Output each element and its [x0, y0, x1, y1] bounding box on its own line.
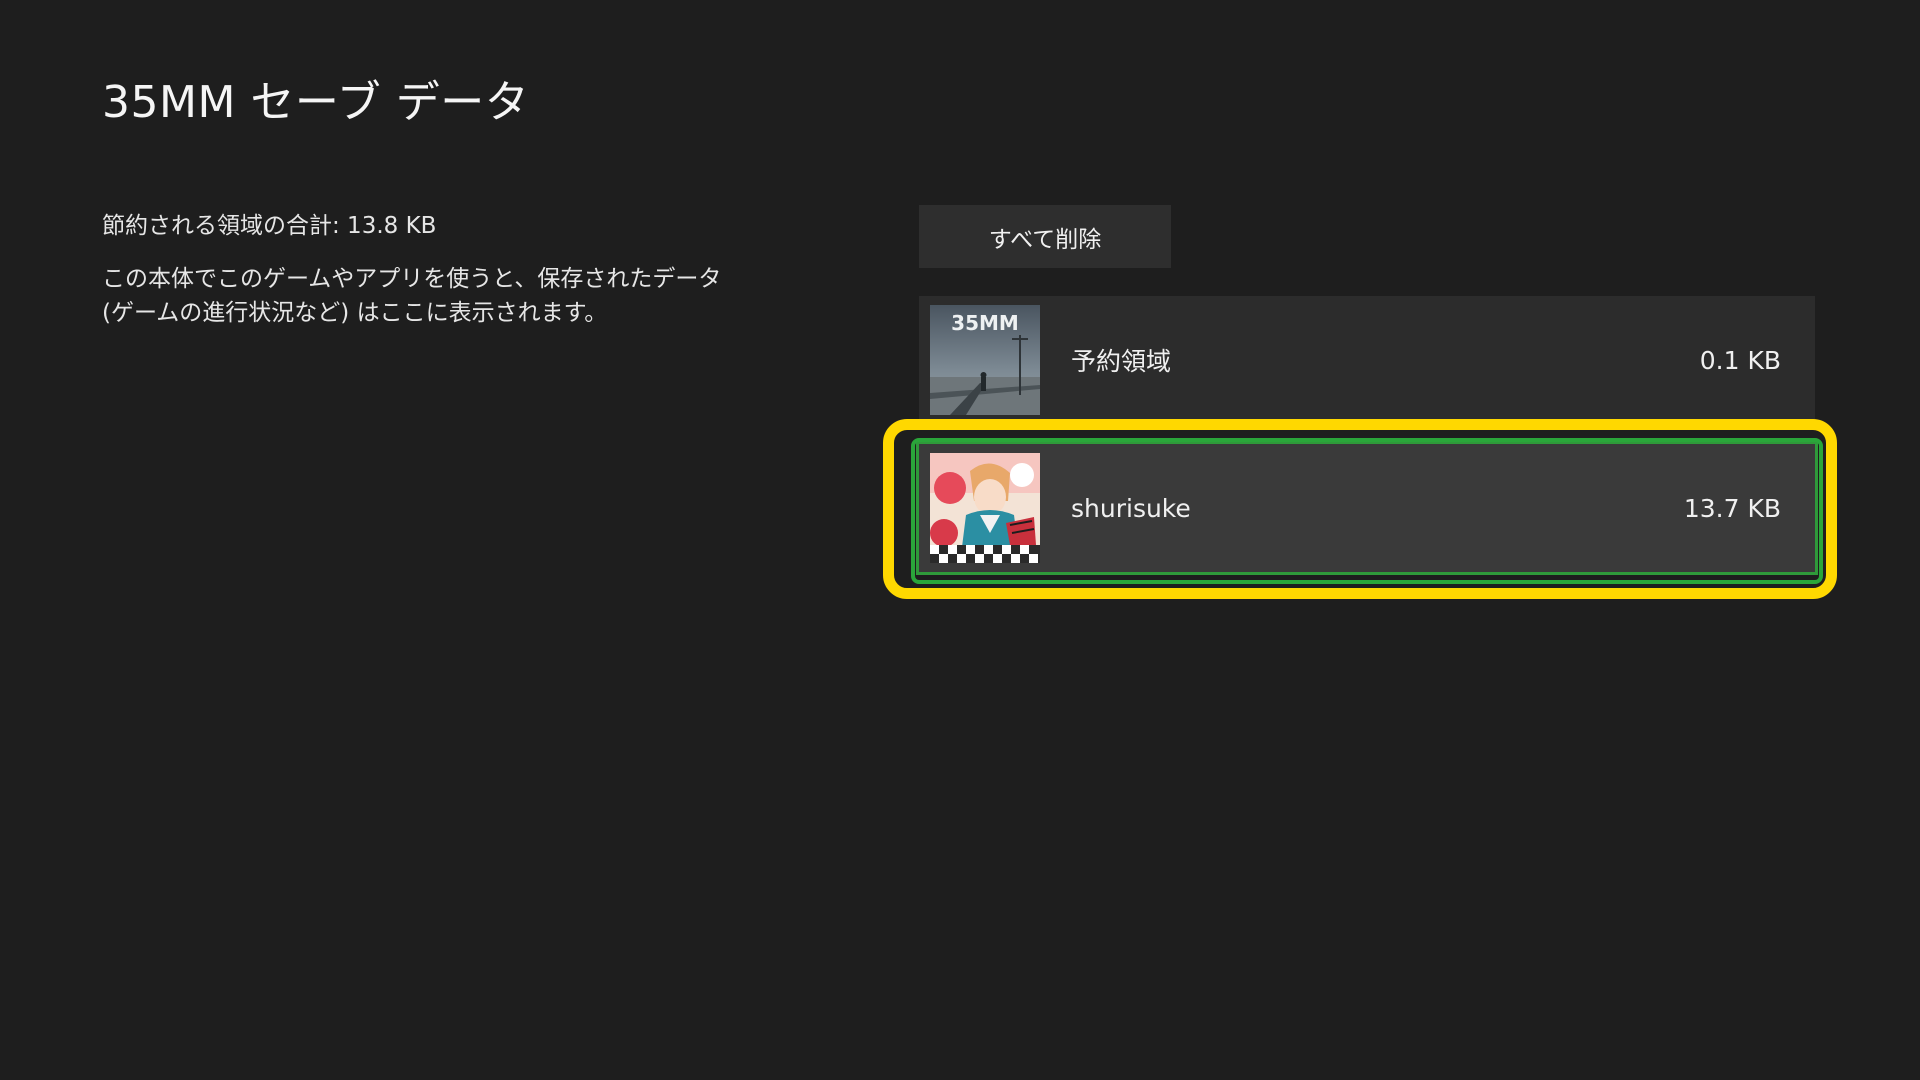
thumbnail-logo-text: 35MM: [951, 311, 1019, 335]
total-space-text: 節約される領域の合計: 13.8 KB: [102, 213, 437, 239]
delete-all-button[interactable]: すべて削除: [919, 205, 1171, 268]
save-data-list: 35MM 予約領域 0.1 KB shurisuke 13.7 KB: [916, 296, 1818, 575]
page-title: 35MM セーブ データ: [102, 77, 530, 128]
gamer-profile-picture-icon: [930, 453, 1040, 563]
save-item-size: 13.7 KB: [1683, 493, 1781, 523]
info-panel: 節約される領域の合計: 13.8 KB この本体でこのゲームやアプリを使うと、保…: [102, 206, 722, 330]
save-item-reserved[interactable]: 35MM 予約領域 0.1 KB: [919, 296, 1815, 424]
description-text: この本体でこのゲームやアプリを使うと、保存されたデータ (ゲームの進行状況など)…: [102, 262, 722, 330]
save-item-shurisuke[interactable]: shurisuke 13.7 KB: [916, 441, 1818, 575]
save-item-size: 0.1 KB: [1699, 345, 1781, 375]
save-item-name: shurisuke: [1071, 493, 1191, 523]
save-data-page: 35MM セーブ データ 節約される領域の合計: 13.8 KB この本体でこの…: [0, 0, 1920, 1080]
35mm-game-thumbnail-icon: 35MM: [930, 305, 1040, 415]
description-line-2: (ゲームの進行状況など) はここに表示されます。: [102, 300, 608, 326]
save-item-name: 予約領域: [1071, 347, 1172, 376]
description-line-1: この本体でこのゲームやアプリを使うと、保存されたデータ: [102, 266, 722, 292]
